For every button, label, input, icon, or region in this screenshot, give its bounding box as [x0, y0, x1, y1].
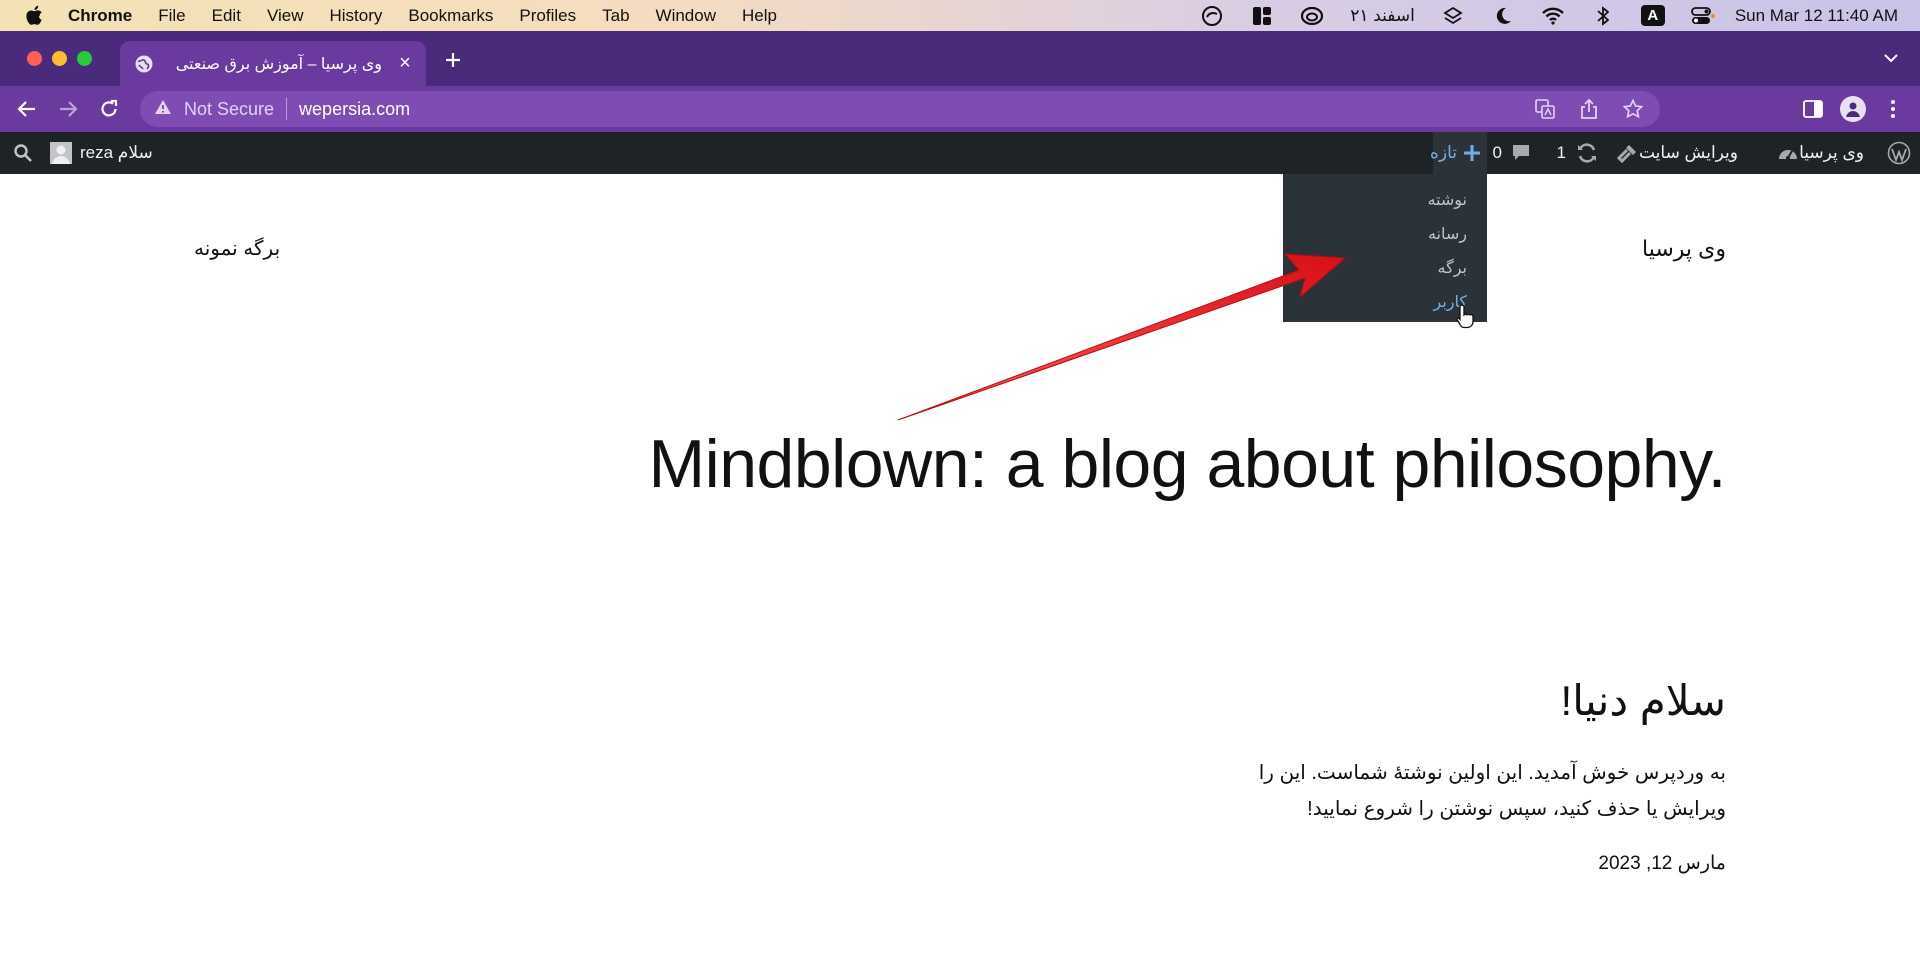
admin-bar-new[interactable]: تازه: [1429, 132, 1487, 174]
post-title[interactable]: سلام دنیا!: [1561, 676, 1726, 725]
url-text[interactable]: wepersia.com: [299, 99, 410, 120]
admin-bar-updates[interactable]: 1: [1557, 132, 1598, 174]
new-content-label: تازه: [1429, 143, 1457, 162]
moon-icon[interactable]: [1491, 5, 1515, 27]
menu-window[interactable]: Window: [656, 6, 716, 26]
updates-count: 1: [1556, 143, 1566, 162]
post-excerpt: به وردپرس خوش آمدید. این اولین نوشتهٔ شم…: [1258, 762, 1726, 820]
bookmark-star-icon[interactable]: [1622, 98, 1644, 120]
submenu-item-page[interactable]: برگه: [1283, 252, 1487, 286]
window-zoom-button[interactable]: [77, 51, 92, 66]
plus-icon: [1463, 142, 1481, 164]
edit-site-label: ویرایش سایت: [1638, 143, 1738, 162]
window-close-button[interactable]: [27, 51, 42, 66]
share-icon[interactable]: [1578, 98, 1600, 120]
address-bar[interactable]: Not Secure wepersia.com: [140, 91, 1660, 127]
translate-icon[interactable]: [1534, 98, 1556, 120]
address-divider: [286, 98, 288, 120]
post-date: مارس 12, 2023: [1598, 853, 1726, 874]
submenu-item-media[interactable]: رسانه: [1283, 218, 1487, 252]
bluetooth-icon[interactable]: [1591, 5, 1615, 27]
forward-icon[interactable]: [55, 96, 81, 122]
update-refresh-icon: [1576, 142, 1598, 164]
hammer-icon: [1616, 142, 1639, 164]
admin-bar-comments[interactable]: 0: [1493, 132, 1532, 174]
search-icon: [12, 142, 34, 164]
comment-bubble-icon: [1510, 142, 1532, 164]
admin-bar-site-name[interactable]: وی پرسیا: [1769, 132, 1864, 174]
new-tab-button[interactable]: [440, 47, 466, 73]
window-minimize-button[interactable]: [52, 51, 67, 66]
menu-view[interactable]: View: [267, 6, 304, 26]
layout-grid-icon[interactable]: [1250, 5, 1274, 27]
status-app-icon[interactable]: [1200, 5, 1224, 27]
browser-toolbar: Not Secure wepersia.com: [0, 86, 1920, 132]
browser-tab-active[interactable]: وی پرسیا – آموزش برق صنعتی ×: [120, 41, 426, 86]
hero-heading: Mindblown: a blog about philosophy.: [648, 426, 1726, 502]
wordpress-logo-icon[interactable]: [1884, 132, 1914, 174]
tab-title: وی پرسیا – آموزش برق صنعتی: [175, 55, 382, 73]
dashboard-gauge-icon: [1777, 142, 1799, 164]
avatar: [50, 142, 72, 164]
clock[interactable]: Sun Mar 12 11:40 AM: [1735, 6, 1898, 26]
globe-icon: [134, 54, 154, 74]
control-center-icon[interactable]: [1690, 5, 1715, 27]
new-content-submenu: نوشته رسانه برگه کاربر: [1283, 174, 1487, 322]
menu-bookmarks[interactable]: Bookmarks: [408, 6, 493, 26]
comments-count: 0: [1492, 143, 1502, 162]
nav-link-sample-page[interactable]: برگه نمونه: [194, 236, 280, 261]
wifi-icon[interactable]: [1541, 5, 1565, 27]
profile-icon: [1840, 96, 1866, 122]
layers-icon[interactable]: [1441, 5, 1465, 27]
input-source-icon[interactable]: A: [1640, 5, 1665, 27]
back-icon[interactable]: [14, 96, 40, 122]
side-panel-icon[interactable]: [1800, 96, 1826, 122]
site-name-label: وی پرسیا: [1799, 143, 1864, 162]
submenu-item-post[interactable]: نوشته: [1283, 184, 1487, 218]
admin-bar-edit-site[interactable]: ویرایش سایت: [1609, 132, 1738, 174]
macos-menu-bar: Chrome File Edit View History Bookmarks …: [0, 0, 1920, 31]
profile-avatar-button[interactable]: [1840, 96, 1866, 122]
site-title[interactable]: وی پرسیا: [1642, 236, 1726, 262]
menu-edit[interactable]: Edit: [212, 6, 241, 26]
greeting-label: سلام reza: [80, 143, 153, 162]
apple-icon[interactable]: [22, 4, 46, 28]
keyboard-indicator: A: [1640, 5, 1665, 26]
tab-close-icon[interactable]: ×: [396, 52, 414, 74]
browser-tab-strip: وی پرسیا – آموزش برق صنعتی ×: [0, 31, 1920, 86]
menu-tab[interactable]: Tab: [602, 6, 629, 26]
menu-profiles[interactable]: Profiles: [519, 6, 576, 26]
admin-bar-my-account[interactable]: سلام reza: [50, 132, 153, 174]
kebab-menu-icon[interactable]: [1880, 96, 1906, 122]
security-label[interactable]: Not Secure: [184, 99, 274, 120]
menu-help[interactable]: Help: [742, 6, 777, 26]
persian-date[interactable]: ۲۱ اسفند: [1350, 6, 1415, 26]
menu-app-chrome[interactable]: Chrome: [68, 6, 132, 26]
creative-cloud-icon[interactable]: [1300, 5, 1324, 27]
warning-icon[interactable]: [154, 99, 174, 119]
reload-icon[interactable]: [96, 96, 122, 122]
menu-file[interactable]: File: [158, 6, 185, 26]
admin-bar-search[interactable]: [12, 132, 34, 174]
chevron-down-icon[interactable]: [1880, 47, 1902, 69]
hand-cursor-icon: [1456, 304, 1474, 329]
menu-history[interactable]: History: [329, 6, 382, 26]
wp-admin-bar: وی پرسیا ویرایش سایت 1 0 تازه سلام reza: [0, 132, 1920, 174]
